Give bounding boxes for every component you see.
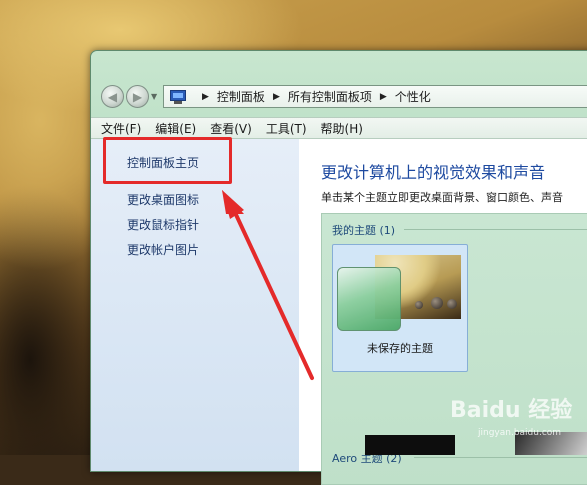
annotation-arrow-icon <box>222 190 314 380</box>
baidu-jingyan-watermark: Baidu 经验 jingyan.baidu.com <box>450 392 587 447</box>
watermark-url: jingyan.baidu.com <box>478 428 562 438</box>
group-divider <box>414 457 587 458</box>
watermark-logo: Baidu 经验 <box>450 398 573 423</box>
